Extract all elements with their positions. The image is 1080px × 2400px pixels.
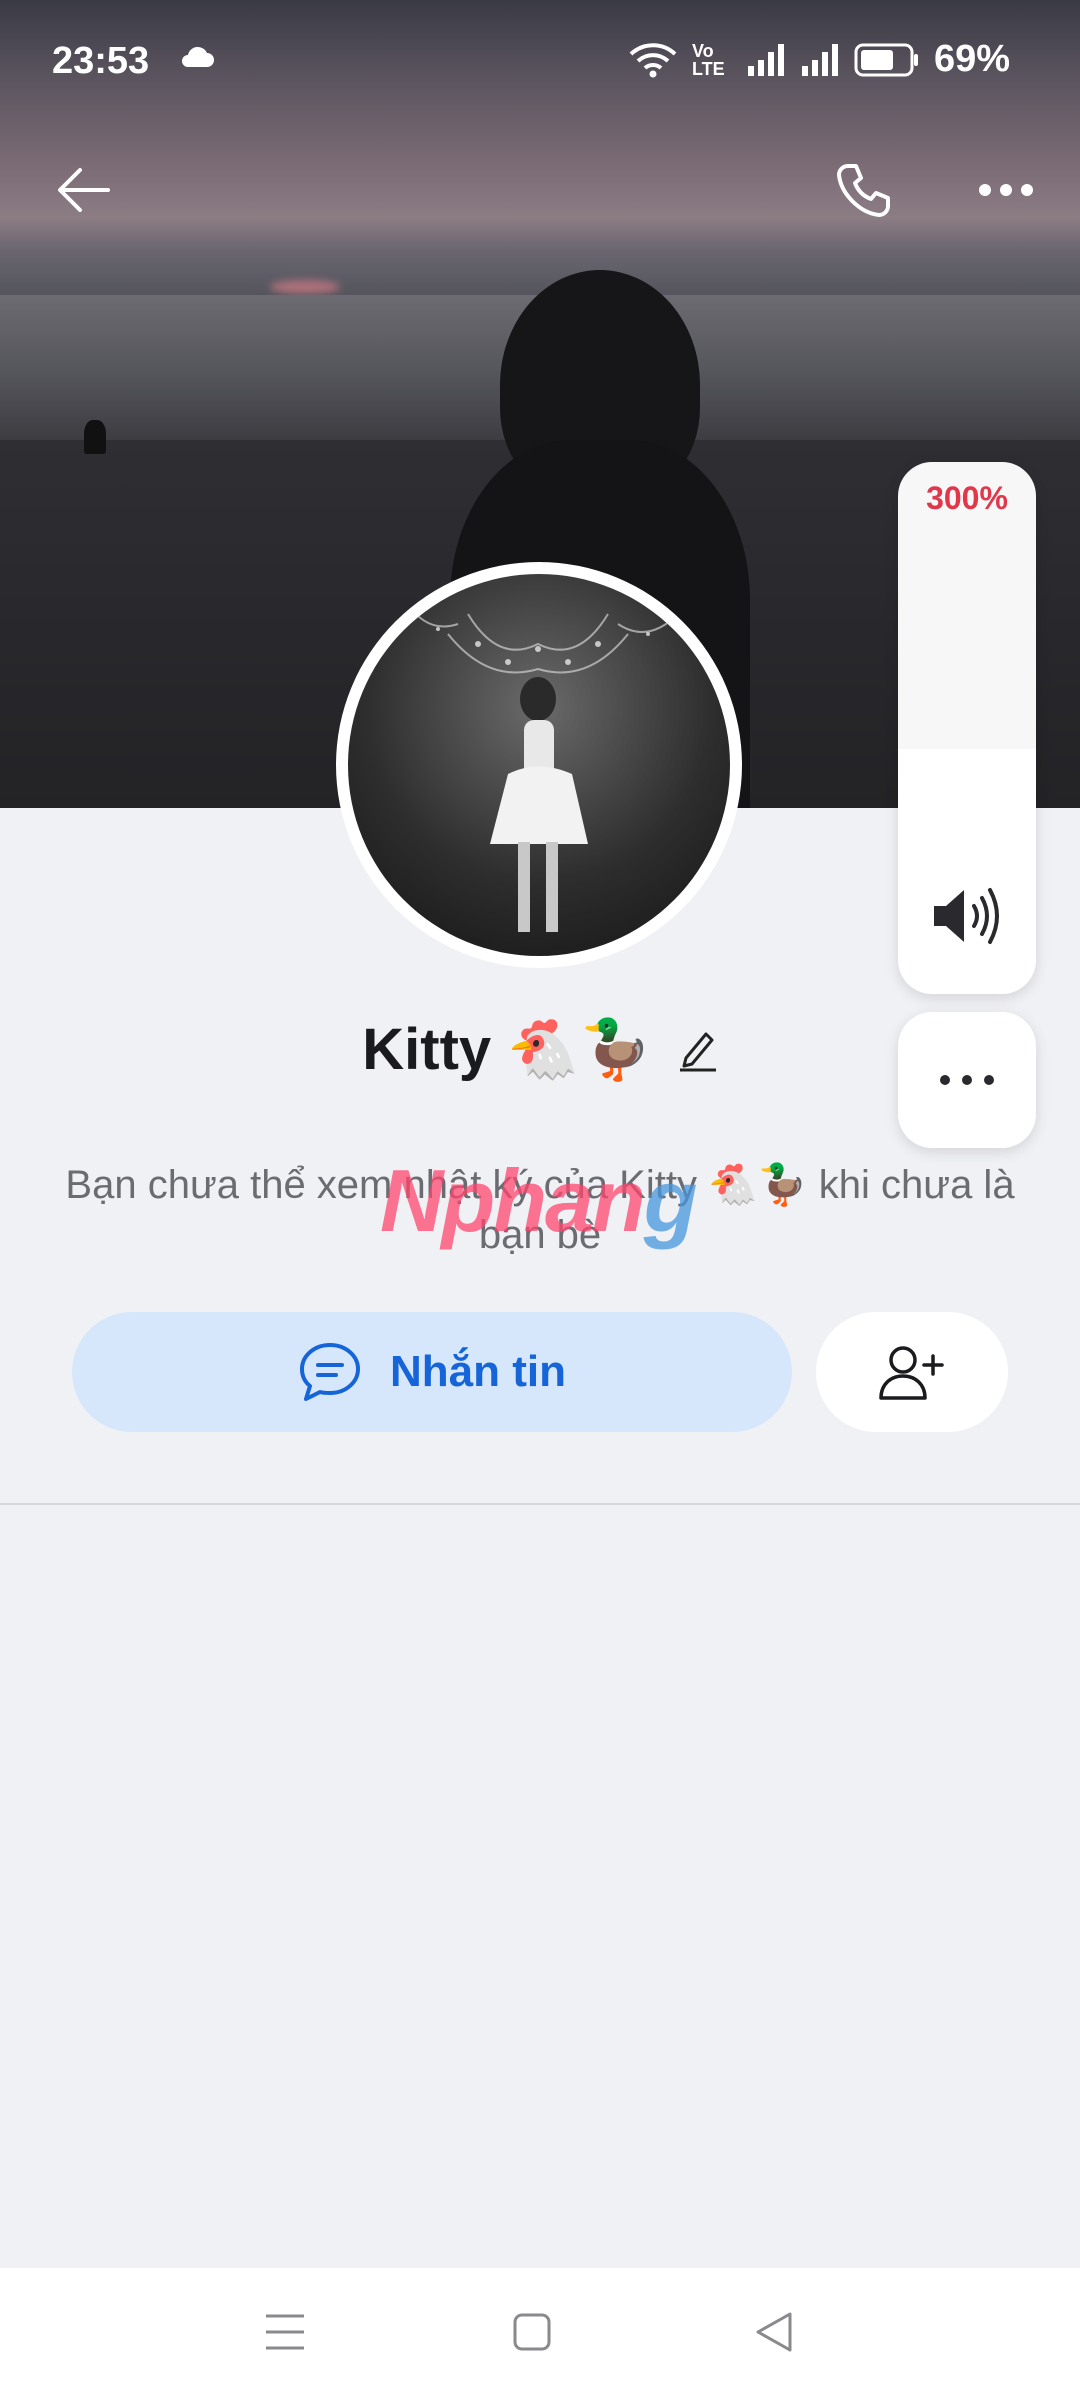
back-button[interactable] (44, 150, 124, 230)
system-navigation-bar (0, 2268, 1080, 2400)
section-divider (0, 1503, 1080, 1505)
profile-name: Kitty 🐔🦆 (362, 1017, 652, 1082)
volume-percent: 300% (926, 480, 1008, 516)
sunset-glow (270, 280, 340, 294)
avatar[interactable] (348, 574, 730, 956)
arrow-left-icon (58, 168, 110, 212)
cloud-icon (182, 46, 214, 67)
status-bar: 23:53 Vo LTE 69% (0, 0, 1080, 120)
watermark-logo: Nphang (380, 1150, 698, 1252)
volte-label: Vo LTE (691, 40, 725, 79)
signal-icon-1 (747, 43, 784, 76)
battery-percent: 69% (933, 38, 1010, 80)
volume-level-fill (898, 749, 1036, 994)
add-friend-icon (879, 1346, 944, 1400)
edit-pencil-icon[interactable] (678, 1028, 718, 1072)
speaker-icon[interactable] (928, 884, 1006, 948)
volume-panel[interactable]: 300% (898, 462, 1036, 994)
battery-icon (854, 43, 918, 76)
status-time: 23:53 (52, 40, 150, 82)
call-button[interactable] (824, 150, 904, 230)
add-friend-button[interactable] (816, 1312, 1008, 1432)
message-button[interactable]: Nhắn tin (72, 1312, 792, 1432)
watermark-part1: Nphan (380, 1151, 646, 1250)
home-icon[interactable] (512, 2312, 552, 2352)
wifi-icon (629, 42, 677, 77)
watermark-part2: g (643, 1151, 698, 1250)
menu-icon[interactable] (264, 2312, 306, 2352)
more-options-button[interactable] (966, 150, 1046, 230)
phone-icon (837, 164, 890, 217)
chat-bubble-icon (300, 1343, 360, 1401)
avatar-photo (407, 603, 679, 932)
message-button-label: Nhắn tin (390, 1347, 566, 1396)
more-dots-icon (940, 1075, 994, 1085)
signal-icon-2 (801, 43, 838, 76)
distant-person (84, 420, 106, 454)
volume-more-button[interactable] (898, 1012, 1036, 1148)
back-nav-icon[interactable] (754, 2310, 794, 2354)
more-dots-icon (979, 184, 1033, 196)
